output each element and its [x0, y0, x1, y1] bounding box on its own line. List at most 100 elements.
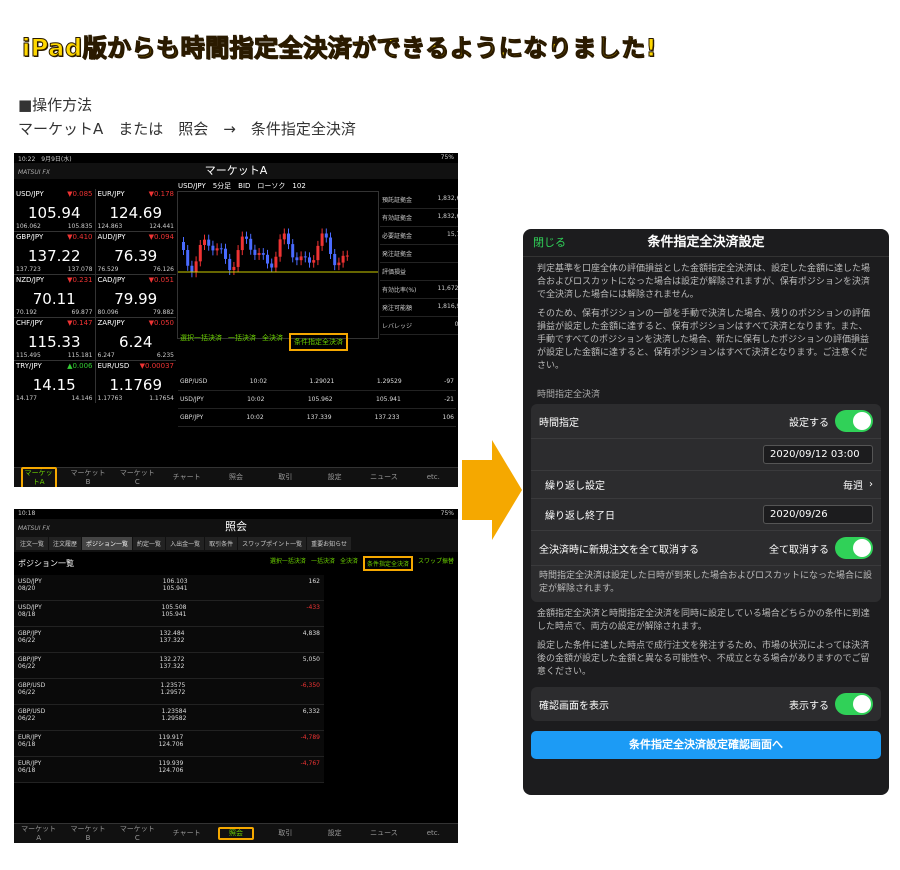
inquiry-tab[interactable]: 注文一覧 [16, 537, 49, 550]
info-value: 1,816,934 [437, 303, 458, 310]
candle-body [270, 263, 274, 268]
info-value: 1,832,646 [437, 195, 458, 202]
settle-button[interactable]: 選択一括決済 [180, 333, 222, 351]
inquiry-tab[interactable]: 約定一覧 [133, 537, 166, 550]
tab-4[interactable]: 照会 [218, 473, 254, 482]
tab-1[interactable]: マーケットB [70, 469, 106, 487]
rate-tile[interactable]: CHF/JPY ▼0.147 115.33 115.495 115.181 [14, 318, 95, 360]
inquiry-tab[interactable]: 取引条件 [205, 537, 238, 550]
rate-tile[interactable]: CAD/JPY ▼0.051 79.99 80.096 79.882 [95, 275, 176, 317]
bid-price: 124.69 [109, 204, 163, 222]
candle-body [320, 233, 324, 246]
rate-tile[interactable]: TRY/JPY ▲0.006 14.15 14.177 14.146 [14, 361, 95, 403]
conditional-settle-button[interactable]: 条件指定全決済 [289, 333, 348, 351]
tab-5[interactable]: 取引 [267, 473, 303, 482]
tab-8[interactable]: etc. [415, 829, 451, 838]
rate-block: 119.939 124.706 [159, 760, 184, 779]
position-row[interactable]: GBP/JPY 06/22 132.272 137.322 5,050 [14, 653, 324, 679]
rate-tile[interactable]: ZAR/JPY ▼0.050 6.24 6.247 6.235 [95, 318, 176, 360]
pl-value: 4,838 [302, 630, 320, 637]
position-row[interactable]: USD/JPY 08/18 105.508 105.941 -433 [14, 601, 324, 627]
position-row[interactable]: GBP/USD 06/22 1.23575 1.29572 -6,350 [14, 679, 324, 705]
time-toggle[interactable] [835, 410, 873, 432]
position-row[interactable]: GBP/JPY 10:02 137.339 137.233 106 [178, 409, 456, 427]
high-value: 106.062 [16, 223, 41, 230]
high-value: 1.17763 [97, 395, 123, 402]
datetime-field[interactable]: 2020/09/12 03:00 [763, 445, 873, 464]
confirm-toggle[interactable] [835, 693, 873, 715]
settings-panel: 閉じる 条件指定全決済設定 判定基準を口座全体の評価損益とした金額指定全決済は、… [523, 229, 889, 795]
tab-2[interactable]: マーケットC [119, 469, 155, 487]
tab-0[interactable]: マーケットA [21, 825, 57, 843]
tab-8[interactable]: etc. [415, 473, 451, 482]
cancel-orders-toggle[interactable] [835, 537, 873, 559]
tab-2[interactable]: マーケットC [119, 825, 155, 843]
info-value: 1,832,634 [437, 213, 458, 220]
candlestick-chart[interactable] [177, 191, 379, 339]
note-4: 金額指定全決済と時間指定全決済を同時に設定している場合どちらかの条件に到達した時… [537, 609, 870, 632]
candle-body [224, 248, 227, 259]
position-cell: -21 [444, 396, 454, 403]
tab-0[interactable]: マーケットA [20, 466, 57, 487]
position-row[interactable]: EUR/JPY 06/18 119.917 124.706 -4,789 [14, 731, 324, 757]
position-list-title: ポジション一覧 [18, 559, 74, 568]
tab-6[interactable]: 設定 [317, 829, 353, 838]
tab-7[interactable]: ニュース [366, 829, 402, 838]
close-button[interactable]: 閉じる [533, 229, 566, 257]
confirm-screen-button[interactable]: 条件指定全決済設定確認画面へ [531, 731, 881, 759]
pair-label: EUR/JPY [18, 760, 42, 767]
candle-body [333, 253, 337, 266]
inquiry-tab[interactable]: スワップポイント一覧 [238, 537, 307, 550]
repeat-row[interactable]: 繰り返し設定 毎週 › [531, 471, 881, 499]
high-low: 1.17763 1.17654 [98, 395, 175, 402]
tab-6[interactable]: 設定 [317, 473, 353, 482]
inquiry-tab[interactable]: 注文履歴 [49, 537, 82, 550]
position-cell: -97 [444, 378, 454, 385]
rate-tile[interactable]: AUD/JPY ▼0.094 76.39 76.529 76.126 [95, 232, 176, 274]
inquiry-tab[interactable]: 重要お知らせ [307, 537, 351, 550]
rate-tile[interactable]: EUR/JPY ▼0.178 124.69 124.863 124.441 [95, 189, 176, 231]
rate-tile[interactable]: NZD/JPY ▼0.231 70.11 70.192 69.877 [14, 275, 95, 317]
settle-button[interactable]: スワップ振替 [418, 556, 454, 571]
settle-button[interactable]: 全決済 [340, 556, 358, 571]
cancel-orders-text: 全て取消する [769, 544, 829, 556]
rate-tile[interactable]: USD/JPY ▼0.085 105.94 106.062 105.835 [14, 189, 95, 231]
position-row[interactable]: USD/JPY 10:02 105.962 105.941 -21 [178, 391, 456, 409]
inquiry-tab[interactable]: 入出金一覧 [166, 537, 205, 550]
info-value: 15,700 [447, 231, 458, 238]
settle-button[interactable]: 一括決済 [311, 556, 335, 571]
position-row[interactable]: EUR/JPY 06/18 119.939 124.706 -4,767 [14, 757, 324, 783]
position-row[interactable]: GBP/USD 10:02 1.29021 1.29529 -97 [178, 373, 456, 391]
tab-4[interactable]: 照会 [217, 827, 254, 840]
position-row[interactable]: GBP/USD 06/22 1.23584 1.29582 6,332 [14, 705, 324, 731]
conditional-settle-button[interactable]: 条件指定全決済 [362, 556, 413, 571]
rate-tile[interactable]: EUR/USD ▼0.00037 1.1769 1.17763 1.17654 [95, 361, 176, 403]
tab-7[interactable]: ニュース [366, 473, 402, 482]
position-row[interactable]: GBP/JPY 06/22 132.484 137.322 4,838 [14, 627, 324, 653]
settle-button[interactable]: 選択一括決済 [270, 556, 306, 571]
chevron-right-icon: › [869, 479, 873, 490]
settle-button[interactable]: 一括決済 [228, 333, 256, 351]
tab-5[interactable]: 取引 [267, 829, 303, 838]
open-date: 08/18 [18, 611, 36, 618]
position-row[interactable]: USD/JPY 08/20 106.103 105.941 162 [14, 575, 324, 601]
pair-label: USD/JPY [18, 604, 42, 611]
rate-block: 1.23575 1.29572 [161, 682, 186, 701]
tab-3[interactable]: チャート [169, 473, 205, 482]
rate-tile[interactable]: GBP/JPY ▼0.410 137.22 137.723 137.078 [14, 232, 95, 274]
candle-body [253, 249, 257, 255]
inquiry-tab[interactable]: ポジション一覧 [82, 537, 133, 550]
low-value: 1.17654 [149, 395, 174, 402]
method-title: ■操作方法 [18, 96, 93, 114]
low-value: 6.235 [156, 352, 174, 359]
market-a-screen: 10:22 9月9日(水) 75% MATSUI FX マーケットA USD/J… [14, 153, 458, 487]
info-row: 評価損益-12 [380, 263, 458, 281]
candle-body [266, 254, 269, 264]
current-rate: 1.29582 [161, 715, 187, 722]
settle-button[interactable]: 全決済 [262, 333, 283, 351]
tab-3[interactable]: チャート [169, 829, 205, 838]
tab-1[interactable]: マーケットB [70, 825, 106, 843]
repeat-end-field[interactable]: 2020/09/26 [763, 505, 873, 524]
rate-block: 119.917 124.706 [159, 734, 184, 753]
settle-actions: 選択一括決済 一括決済 全決済 条件指定全決済 スワップ振替 [270, 556, 454, 571]
